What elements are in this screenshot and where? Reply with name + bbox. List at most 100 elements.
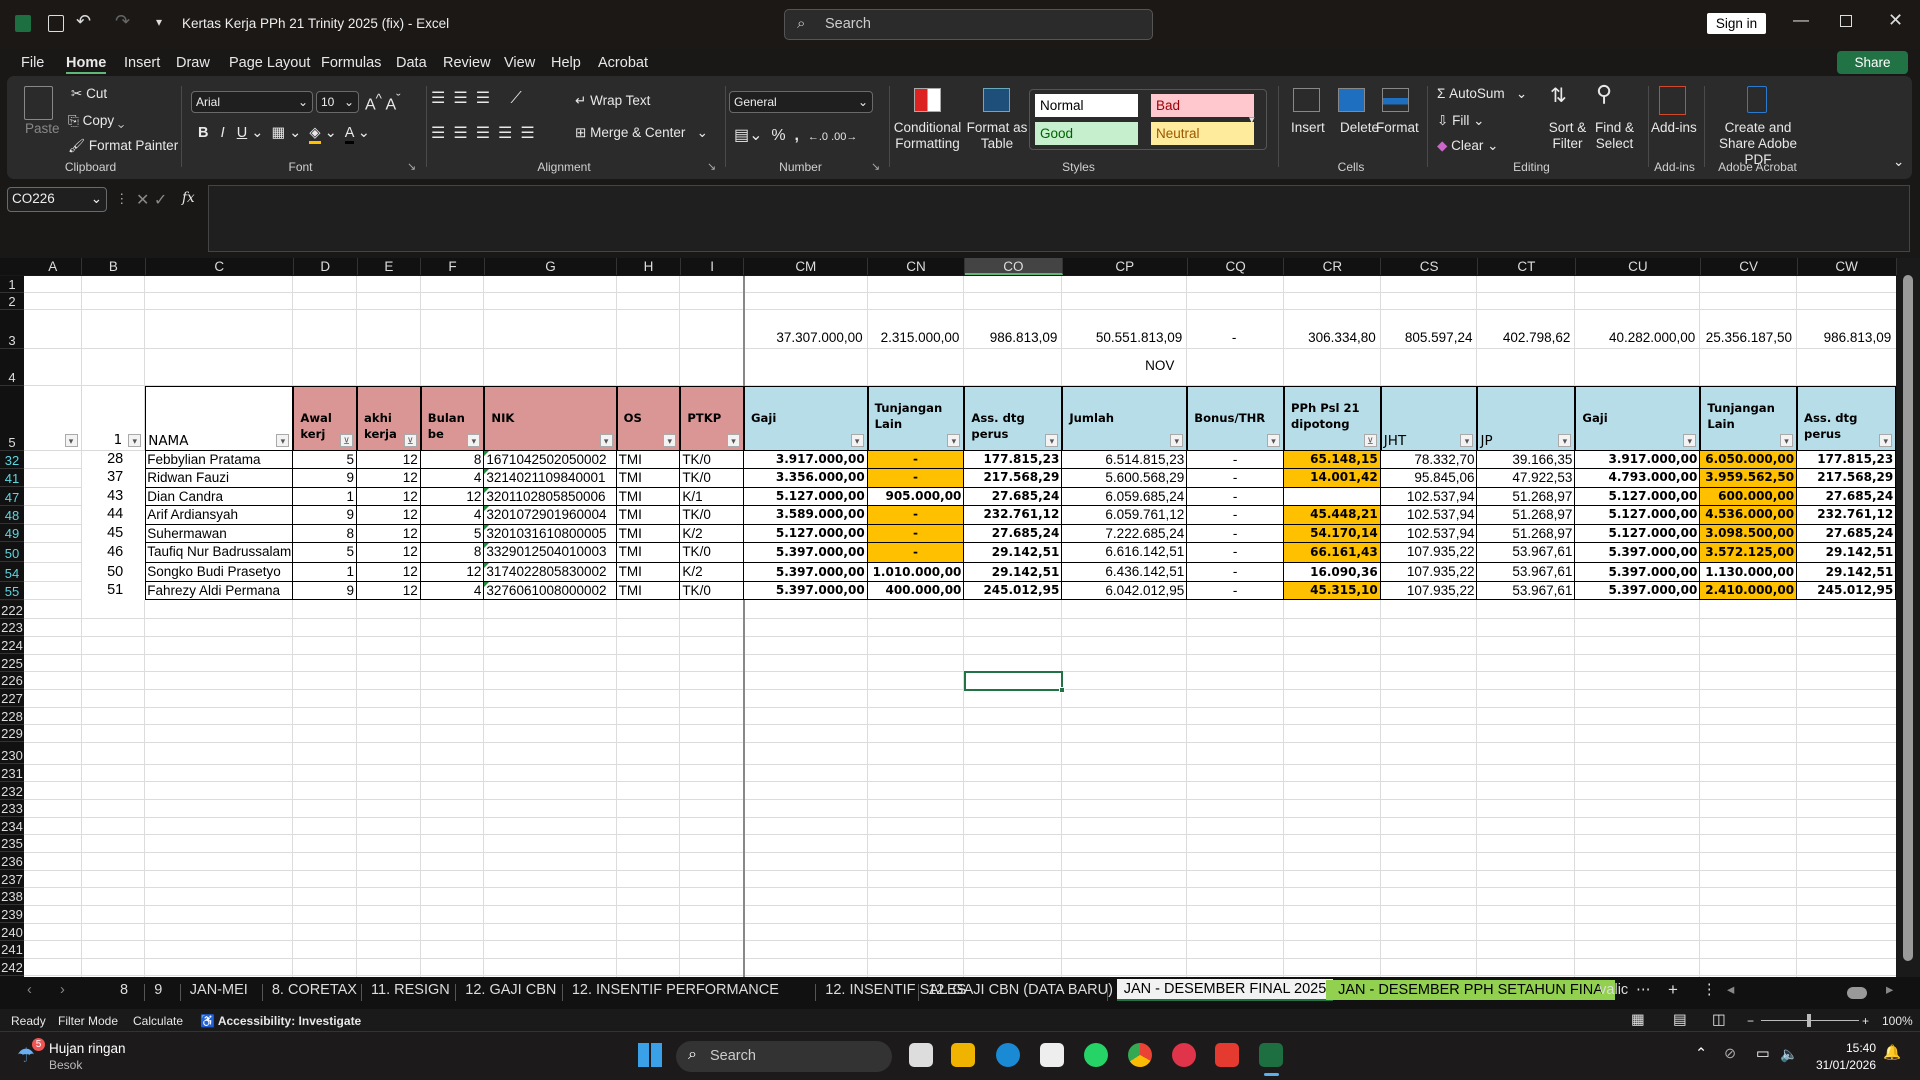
filter-dropdown-button[interactable]: ▾ — [467, 434, 481, 448]
scroll-right-icon[interactable]: ▸ — [1886, 982, 1893, 998]
row-header[interactable]: 240 — [0, 923, 24, 941]
cell-style-normal[interactable]: Normal — [1035, 94, 1138, 117]
cell-CM[interactable]: 5.127.000,00 — [744, 487, 868, 507]
filter-dropdown-button[interactable]: ▾ — [1558, 434, 1572, 448]
filter-dropdown-button[interactable]: ▾ — [663, 434, 677, 448]
row-header[interactable]: 229 — [0, 724, 24, 743]
prev-sheet-button[interactable]: ‹ — [27, 982, 32, 998]
cell-CV[interactable]: 3.098.500,00 — [1700, 524, 1798, 543]
cell-CO[interactable]: 29.142,51 — [964, 542, 1063, 563]
row-header[interactable]: 241 — [0, 940, 24, 959]
cell-H[interactable]: TMI — [616, 524, 681, 543]
row-header[interactable]: 224 — [0, 636, 24, 655]
row-header[interactable]: 228 — [0, 707, 24, 725]
total-CQ[interactable]: - — [1187, 330, 1284, 349]
cell-CT[interactable]: 51.268,97 — [1477, 506, 1576, 525]
cell-CP[interactable]: 6.616.142,51 — [1062, 542, 1188, 563]
column-header-I[interactable]: I — [680, 258, 745, 275]
cell-H[interactable]: TMI — [616, 582, 681, 601]
cell-H[interactable]: TMI — [616, 562, 681, 583]
cell-F[interactable]: 8 — [420, 451, 485, 470]
column-header-A[interactable]: A — [24, 258, 83, 275]
cell-CN[interactable]: - — [867, 451, 965, 470]
filter-dropdown-button[interactable]: ▾ — [128, 434, 142, 448]
zoom-level[interactable]: 100% — [1882, 1014, 1913, 1028]
cell-I[interactable]: TK/0 — [680, 542, 744, 563]
excel-taskbar-icon[interactable] — [1259, 1043, 1283, 1067]
formula-input[interactable] — [208, 185, 1910, 252]
cell-CR[interactable]: 66.161,43 — [1284, 542, 1381, 563]
weather-text[interactable]: Hujan ringan — [49, 1041, 126, 1056]
cell-H[interactable]: TMI — [616, 506, 681, 525]
cell-B[interactable]: 28 — [81, 451, 146, 470]
sign-in-button[interactable]: Sign in — [1707, 13, 1766, 34]
column-header-CW[interactable]: CW — [1797, 258, 1897, 275]
collapse-ribbon-icon[interactable]: ⌄ — [1893, 154, 1904, 170]
cell-CU[interactable]: 5.397.000,00 — [1575, 582, 1701, 601]
cell-CM[interactable]: 5.397.000,00 — [744, 542, 868, 563]
cell-CV[interactable]: 4.536.000,00 — [1700, 506, 1798, 525]
row-header[interactable]: 41 — [0, 468, 24, 488]
grow-font-icon[interactable]: A^ Aˇ — [365, 91, 401, 114]
cell-CS[interactable]: 102.537,94 — [1380, 524, 1478, 543]
cell-D[interactable]: 9 — [293, 506, 358, 525]
cell-C[interactable]: Ridwan Fauzi — [145, 469, 294, 488]
column-header-H[interactable]: H — [617, 258, 681, 275]
restore-button[interactable] — [1840, 15, 1852, 27]
cell-CO[interactable]: 232.761,12 — [964, 506, 1063, 525]
page-layout-view-icon[interactable]: ▤ — [1673, 1012, 1687, 1028]
cell-CR[interactable]: 65.148,15 — [1284, 451, 1381, 470]
cell-CS[interactable]: 107.935,22 — [1380, 562, 1478, 583]
cell-CO[interactable]: 27.685,24 — [964, 487, 1063, 507]
cell-CV[interactable]: 3.572.125,00 — [1700, 542, 1798, 563]
new-sheet-button[interactable]: + — [1668, 980, 1678, 1000]
row-header[interactable]: 230 — [0, 742, 24, 765]
cell-D[interactable]: 8 — [293, 524, 358, 543]
cell-CR[interactable] — [1284, 487, 1381, 507]
tab-view[interactable]: View — [504, 55, 535, 71]
cell-CM[interactable]: 3.589.000,00 — [744, 506, 868, 525]
redo-icon[interactable]: ↷ — [115, 11, 130, 32]
row-header[interactable]: 232 — [0, 781, 24, 800]
show-hidden-icons[interactable]: ⌃ — [1695, 1046, 1707, 1062]
italic-button[interactable]: I — [221, 125, 225, 141]
alignment-dialog-launcher-icon[interactable]: ↘ — [707, 160, 716, 173]
cell-C[interactable]: Suhermawan — [145, 524, 294, 543]
font-dialog-launcher-icon[interactable]: ↘ — [407, 160, 416, 173]
sheet-tab[interactable]: 8. CORETAX — [272, 982, 357, 998]
cell-CO[interactable]: 217.568,29 — [964, 469, 1063, 488]
tab-acrobat[interactable]: Acrobat — [598, 55, 648, 71]
column-header-CT[interactable]: CT — [1477, 258, 1576, 275]
tab-insert[interactable]: Insert — [124, 55, 160, 71]
copy-button[interactable]: ⎘ Copy ⌄ — [68, 113, 124, 129]
row-header[interactable]: 237 — [0, 870, 24, 888]
cell-F[interactable]: 4 — [420, 506, 485, 525]
tab-draw[interactable]: Draw — [176, 55, 210, 71]
undo-icon[interactable]: ↶ — [76, 11, 91, 32]
formula-options-icon[interactable]: ⋮ — [115, 191, 129, 207]
column-header-CR[interactable]: CR — [1284, 258, 1382, 275]
cell-CU[interactable]: 5.127.000,00 — [1575, 524, 1701, 543]
zoom-slider-thumb[interactable] — [1807, 1014, 1811, 1027]
format-painter-button[interactable]: 🖌 Format Painter — [68, 138, 178, 154]
cell-CS[interactable]: 78.332,70 — [1380, 451, 1478, 470]
cell-CU[interactable]: 5.127.000,00 — [1575, 506, 1701, 525]
filter-dropdown-button[interactable]: ▾ — [1879, 434, 1893, 448]
cell-CP[interactable]: 6.059.685,24 — [1062, 487, 1188, 507]
cell-CN[interactable]: 1.010.000,00 — [867, 562, 965, 583]
cell-CU[interactable]: 5.397.000,00 — [1575, 562, 1701, 583]
display-icon[interactable]: ▭ — [1756, 1046, 1770, 1062]
filter-dropdown-button[interactable]: ▾ — [947, 434, 961, 448]
row-header[interactable]: 235 — [0, 834, 24, 853]
cell-CP[interactable]: 6.059.761,12 — [1062, 506, 1188, 525]
cell-CS[interactable]: 102.537,94 — [1380, 506, 1478, 525]
cell-CO[interactable]: 27.685,24 — [964, 524, 1063, 543]
cell-CT[interactable]: 47.922,53 — [1477, 469, 1576, 488]
options-icon[interactable]: ⋮ — [1702, 982, 1717, 998]
row-header[interactable]: 233 — [0, 799, 24, 818]
select-all-button[interactable] — [0, 258, 24, 275]
cell-CT[interactable]: 53.967,61 — [1477, 582, 1576, 601]
cell-H[interactable]: TMI — [616, 487, 681, 507]
cell-C[interactable]: Dian Candra — [145, 487, 294, 507]
cell-CV[interactable]: 600.000,00 — [1700, 487, 1798, 507]
